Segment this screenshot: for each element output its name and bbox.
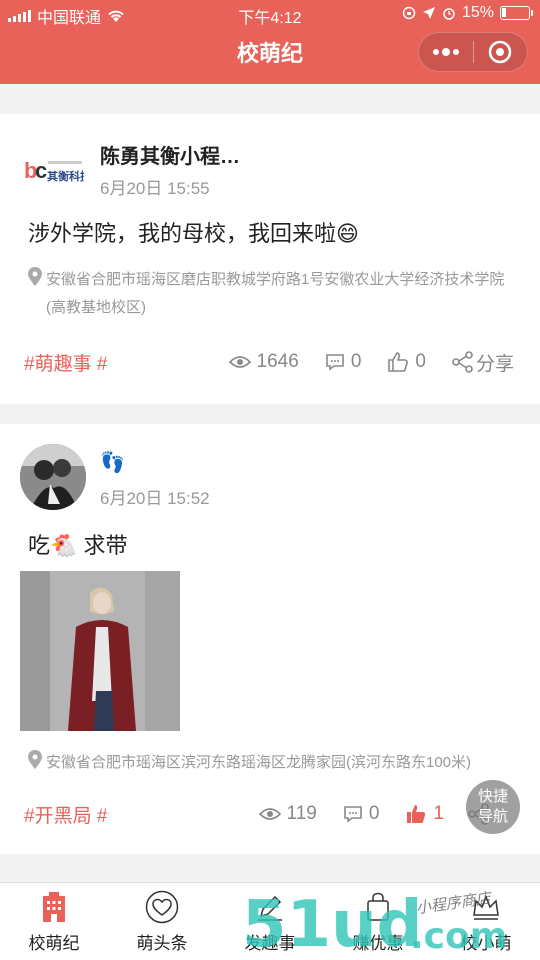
status-bar: 中国联通 下午4:12 15% [0, 0, 540, 28]
heart-icon [144, 889, 180, 925]
comment-icon [326, 354, 344, 371]
post-time: 6月20日 15:52 [100, 489, 210, 508]
tab-zhuanyouhui[interactable]: 赚优惠 [324, 883, 432, 960]
tab-mengtoutiao[interactable]: 萌头条 [108, 883, 216, 960]
tab-label: 萌头条 [136, 934, 188, 953]
more-dots-icon[interactable] [419, 32, 473, 72]
quick-nav-button[interactable]: 快捷 导航 [466, 780, 520, 834]
shopping-bag-icon [360, 889, 396, 925]
post-tag[interactable]: #开黑局 # [24, 801, 107, 828]
author-name[interactable]: 陈勇其衡小程… [100, 140, 240, 169]
target-circle-icon[interactable] [473, 32, 527, 72]
post-content: 吃🐔 求带 [28, 533, 128, 558]
eye-icon [228, 356, 251, 368]
views-stat: 119 [258, 803, 317, 825]
thumbs-up-icon [388, 352, 409, 372]
tab-bar: 校萌纪 萌头条 发趣事 赚优惠 校小萌 [0, 882, 540, 960]
share-button[interactable]: 分享 [452, 349, 514, 376]
comments-count: 0 [350, 351, 362, 372]
likes-count: 1 [433, 803, 444, 824]
mini-program-capsule [418, 32, 528, 72]
tab-faqushi[interactable]: 发趣事 [216, 883, 324, 960]
post-content: 涉外学院，我的母校，我回来啦😄 [28, 221, 359, 246]
views-count: 1646 [256, 351, 299, 372]
post-card[interactable]: 👣 6月20日 15:52 吃🐔 求带 安徽省合肥市瑶海区滨河东路瑶海区龙腾家园… [0, 424, 540, 854]
comment-button[interactable]: 0 [343, 803, 380, 825]
location-text: 安徽省合肥市瑶海区滨河东路瑶海区龙腾家园(滨河东路东100米) [46, 754, 472, 771]
tab-label: 发趣事 [244, 934, 296, 953]
tab-label: 校萌纪 [28, 934, 80, 953]
location-arrow-icon [422, 7, 435, 19]
post-actions: #萌趣事 # 1646 0 0 分享 [24, 347, 514, 377]
alarm-icon [443, 8, 455, 20]
avatar[interactable] [20, 444, 86, 510]
comments-count: 0 [368, 803, 380, 824]
tab-label: 校小萌 [460, 934, 512, 953]
post-time: 6月20日 15:55 [100, 179, 210, 198]
post-image[interactable] [20, 571, 180, 731]
feed-divider [0, 854, 540, 882]
svg-text:c: c [35, 158, 47, 183]
likes-count: 0 [415, 351, 426, 372]
rotation-lock-icon [402, 6, 416, 20]
share-label: 分享 [475, 353, 514, 375]
location-pin-icon [28, 267, 42, 286]
like-button[interactable]: 0 [387, 351, 426, 373]
quick-nav-label-2: 导航 [477, 808, 508, 825]
logo-text: 其衡科技 [47, 169, 84, 183]
tab-label: 赚优惠 [352, 934, 404, 953]
post-location[interactable]: 安徽省合肥市瑶海区磨店职教城学府路1号安徽农业大学经济技术学院(高教基地校区) [24, 266, 516, 322]
battery-icon [500, 6, 533, 20]
building-icon [36, 889, 72, 925]
post-tag[interactable]: #萌趣事 # [24, 349, 107, 376]
comment-icon [344, 806, 362, 823]
quick-nav-label-1: 快捷 [477, 788, 508, 805]
like-button[interactable]: 1 [405, 803, 444, 825]
top-bar: 中国联通 下午4:12 15% 校萌纪 [0, 0, 540, 84]
views-count: 119 [286, 803, 317, 824]
post-card[interactable]: b c 其衡科技 陈勇其衡小程… 6月20日 15:55 涉外学院，我的母校，我… [0, 114, 540, 404]
author-name[interactable]: 👣 [100, 450, 125, 475]
tab-xiaoxiaomeng[interactable]: 校小萌 [432, 883, 540, 960]
eye-icon [258, 808, 281, 820]
pencil-icon [252, 889, 288, 925]
views-stat: 1646 [228, 351, 299, 373]
thumbs-up-filled-icon [407, 805, 426, 823]
tab-xiaomengji[interactable]: 校萌纪 [0, 883, 108, 960]
location-text: 安徽省合肥市瑶海区磨店职教城学府路1号安徽农业大学经济技术学院(高教基地校区) [46, 271, 505, 316]
post-actions: #开黑局 # 119 0 1 [24, 799, 514, 829]
battery-percent: 15% [461, 4, 494, 21]
crown-icon [468, 889, 504, 925]
author-logo: b c 其衡科技 [24, 158, 84, 183]
comment-button[interactable]: 0 [325, 351, 362, 373]
post-location[interactable]: 安徽省合肥市瑶海区滨河东路瑶海区龙腾家园(滨河东路东100米) [24, 749, 516, 777]
share-icon [452, 351, 473, 373]
feed-divider [0, 94, 540, 114]
location-pin-icon [28, 750, 42, 769]
